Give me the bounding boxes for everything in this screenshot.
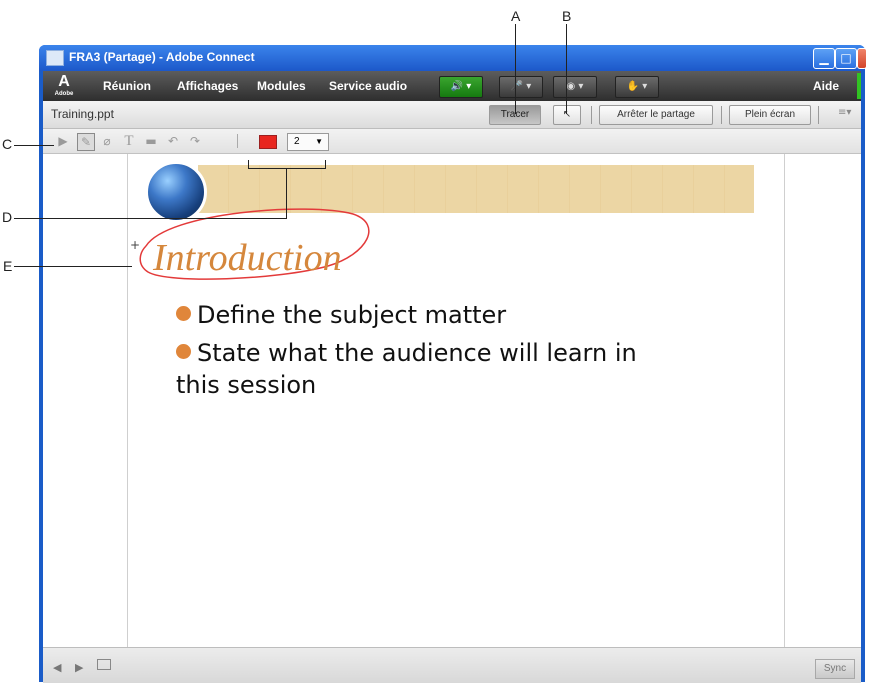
menu-aide[interactable]: Aide: [813, 79, 839, 93]
stop-sharing-button[interactable]: Arrêter le partage: [599, 105, 713, 125]
navigation-bar: ◀ ▶ Sync: [43, 647, 861, 683]
menu-affichages[interactable]: Affichages: [177, 79, 238, 93]
callout-d: D: [2, 209, 13, 225]
crosshair-cursor-icon: +: [130, 238, 140, 252]
status-indicator: [857, 73, 861, 99]
bullet-icon: [176, 306, 191, 321]
title-bar: FRA3 (Partage) - Adobe Connect ▁ □: [39, 45, 867, 71]
minimize-icon[interactable]: ▁: [813, 48, 835, 69]
previous-slide-icon[interactable]: ◀: [53, 661, 61, 674]
callout-d-line-vertical: [286, 168, 287, 218]
bullet-item: State what the audience will learn in th…: [176, 337, 637, 401]
webcam-icon: ◉ ▾: [566, 81, 584, 92]
divider: [818, 106, 819, 124]
status-button[interactable]: ✋ ▾: [615, 76, 659, 98]
fullscreen-button[interactable]: Plein écran: [729, 105, 811, 125]
chevron-down-icon: ▼: [315, 137, 323, 146]
bullet-item: Define the subject matter: [176, 299, 506, 331]
highlighter-tool-icon[interactable]: ⌀: [99, 133, 115, 149]
callout-c: C: [2, 136, 13, 152]
app-icon: [46, 50, 64, 66]
pointer-toggle-button[interactable]: ↖: [553, 105, 581, 125]
toolbar-divider: [237, 134, 238, 148]
bullet-icon: [176, 344, 191, 359]
line-size-select[interactable]: 2 ▼: [287, 133, 329, 151]
share-pod: Training.ppt Tracer ↖ Arrêter le partage…: [43, 101, 861, 683]
callout-d-bracket: [248, 168, 326, 169]
callout-c-line: [14, 145, 54, 146]
speaker-button[interactable]: 🔊 ▾: [439, 76, 483, 98]
redo-icon[interactable]: ↷: [187, 133, 203, 149]
bullet-text-continuation: this session: [176, 371, 317, 399]
menu-bar: A Adobe Réunion Affichages Modules Servic…: [43, 71, 861, 101]
adobe-logo: A Adobe: [54, 73, 74, 97]
callout-d-bracket-right: [325, 160, 326, 168]
sidebar-toggle-icon[interactable]: [97, 659, 111, 670]
callout-d-line: [14, 218, 287, 219]
color-picker[interactable]: [259, 135, 277, 149]
maximize-icon[interactable]: □: [835, 48, 857, 69]
callout-d-bracket-left: [248, 160, 249, 168]
menu-reunion[interactable]: Réunion: [103, 79, 151, 93]
callout-b-line: [566, 24, 567, 114]
slide-stage: + Introduction Define the subject matter…: [43, 154, 861, 647]
callout-a-line: [515, 24, 516, 114]
selection-tool-icon[interactable]: ▶: [55, 133, 71, 149]
pod-title: Training.ppt: [51, 107, 114, 121]
pod-header: Training.ppt Tracer ↖ Arrêter le partage…: [43, 101, 861, 129]
shape-tool-icon[interactable]: ▬: [143, 133, 159, 149]
bullet-text: Define the subject matter: [197, 301, 507, 329]
adobe-connect-window: FRA3 (Partage) - Adobe Connect ▁ □ A Adob…: [39, 45, 867, 683]
text-tool-icon[interactable]: T: [121, 133, 137, 149]
callout-b: B: [562, 8, 572, 24]
next-slide-icon[interactable]: ▶: [75, 661, 83, 674]
slide-title: Introduction: [153, 237, 342, 279]
microphone-icon: 🎤 ▾: [510, 81, 532, 92]
close-icon[interactable]: [857, 48, 867, 69]
bullet-text: State what the audience will learn in: [197, 339, 637, 367]
callout-e: E: [3, 258, 13, 274]
callout-e-line: [14, 266, 132, 267]
undo-icon[interactable]: ↶: [165, 133, 181, 149]
speaker-icon: 🔊 ▾: [450, 81, 472, 92]
camera-button[interactable]: ◉ ▾: [553, 76, 597, 98]
sync-button[interactable]: Sync: [815, 659, 855, 679]
menu-service-audio[interactable]: Service audio: [329, 79, 407, 93]
drawing-toolbar: ▶ ✎ ⌀ T ▬ ↶ ↷ 2 ▼: [43, 129, 861, 154]
divider: [721, 106, 722, 124]
slide: + Introduction Define the subject matter…: [127, 154, 785, 647]
callout-a: A: [511, 8, 521, 24]
raise-hand-icon: ✋ ▾: [626, 81, 648, 92]
divider: [591, 106, 592, 124]
line-size-value: 2: [294, 136, 300, 147]
pencil-tool-icon[interactable]: ✎: [77, 133, 95, 151]
menu-modules[interactable]: Modules: [257, 79, 306, 93]
microphone-button[interactable]: 🎤 ▾: [499, 76, 543, 98]
window-title: FRA3 (Partage) - Adobe Connect: [69, 50, 255, 64]
pod-options-icon[interactable]: ≡▾: [838, 107, 851, 118]
